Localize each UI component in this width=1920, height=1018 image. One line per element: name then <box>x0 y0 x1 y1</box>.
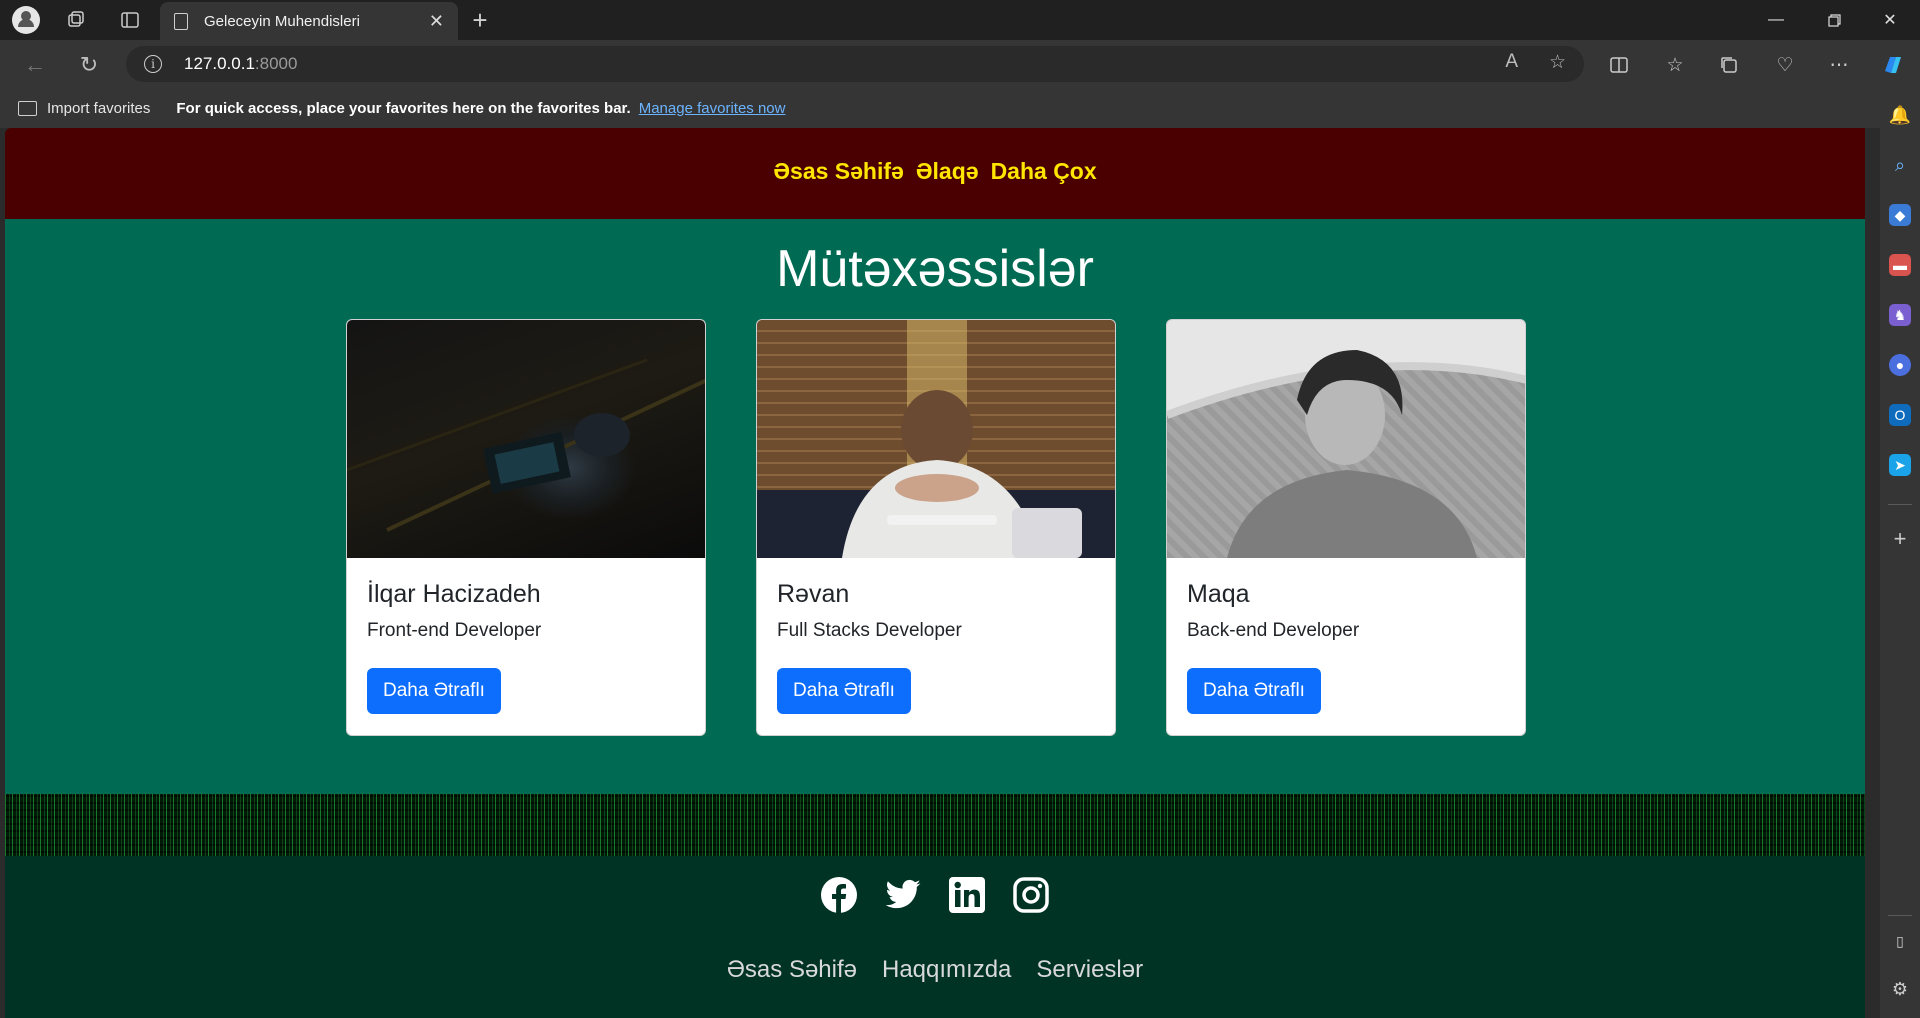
expert-card: Rəvan Full Stacks Developer Daha Ətraflı <box>756 319 1116 736</box>
favorites-icon[interactable]: ☆ <box>1660 50 1690 80</box>
workspaces-icon[interactable] <box>62 6 90 34</box>
settings-gear-icon[interactable]: ⚙ <box>1889 978 1911 1000</box>
favorite-star-icon[interactable]: ☆ <box>1549 51 1566 74</box>
footer-link-services[interactable]: Servieslər <box>1036 956 1143 984</box>
site-footer: Əsas Səhifə Haqqımızda Servieslər <box>5 856 1865 1018</box>
url-host: 127.0.0.1 <box>184 54 255 73</box>
shopping-icon[interactable]: ◆ <box>1889 204 1911 226</box>
games-icon[interactable]: ♞ <box>1889 304 1911 326</box>
experts-section: Mütəxəssislər İlqar Hacizadeh Front-end … <box>5 219 1865 794</box>
import-icon <box>18 100 37 116</box>
outlook-icon[interactable]: O <box>1889 404 1911 426</box>
import-favorites[interactable]: Import favorites <box>18 100 150 117</box>
manage-favorites-link[interactable]: Manage favorites now <box>639 100 786 117</box>
close-window-icon[interactable]: ✕ <box>1862 0 1918 40</box>
favorites-bar: Import favorites For quick access, place… <box>0 88 1880 128</box>
expert-photo <box>757 320 1115 558</box>
browser-title-bar: Geleceyin Muhendisleri ✕ + — ✕ <box>0 0 1920 40</box>
expert-card: İlqar Hacizadeh Front-end Developer Daha… <box>346 319 706 736</box>
linkedin-icon[interactable] <box>948 876 986 914</box>
edge-sidebar: 🔔 ⌕ ◆ ▬ ♞ ● O ➤ + ▯ ⚙ <box>1880 88 1920 1018</box>
search-icon[interactable]: ⌕ <box>1889 154 1911 176</box>
more-options-icon[interactable]: ⋯ <box>1824 50 1854 80</box>
facebook-icon[interactable] <box>820 876 858 914</box>
expert-photo <box>347 320 705 558</box>
footer-link-home[interactable]: Əsas Səhifə <box>727 956 857 984</box>
refresh-icon[interactable]: ↻ <box>74 50 104 80</box>
profile-icon[interactable] <box>12 6 40 34</box>
page-viewport: Əsas Səhifə Əlaqə Daha Çox Mütəxəssislər… <box>5 128 1865 1018</box>
tools-icon[interactable]: ▬ <box>1889 254 1911 276</box>
details-button[interactable]: Daha Ətraflı <box>367 668 501 714</box>
address-bar[interactable]: i 127.0.0.1:8000 A ☆ <box>126 46 1584 82</box>
tab-title: Geleceyin Muhendisleri <box>204 12 360 30</box>
new-tab-icon[interactable]: + <box>466 5 494 35</box>
notifications-icon[interactable]: 🔔 <box>1889 104 1911 126</box>
page-title: Mütəxəssislər <box>776 240 1094 298</box>
matrix-banner <box>5 794 1865 856</box>
site-info-icon[interactable]: i <box>144 55 162 73</box>
social-links <box>5 876 1865 914</box>
send-icon[interactable]: ➤ <box>1889 454 1911 476</box>
page-icon <box>174 12 188 30</box>
back-icon[interactable]: ← <box>20 50 50 80</box>
footer-links: Əsas Səhifə Haqqımızda Servieslər <box>5 956 1865 984</box>
import-favorites-label: Import favorites <box>47 99 151 117</box>
nav-link-contact[interactable]: Əlaqə <box>916 158 979 185</box>
expert-role: Front-end Developer <box>367 620 542 641</box>
split-screen-icon[interactable] <box>1604 50 1634 80</box>
address-bar-row: ← ↻ i 127.0.0.1:8000 A ☆ ☆ ♡ ⋯ <box>0 40 1920 88</box>
nav-link-more[interactable]: Daha Çox <box>991 158 1097 185</box>
copilot-icon[interactable] <box>1878 50 1908 80</box>
footer-link-about[interactable]: Haqqımızda <box>882 956 1011 984</box>
expert-name: Maqa <box>1187 580 1250 608</box>
minimize-icon[interactable]: — <box>1748 0 1804 40</box>
expert-name: İlqar Hacizadeh <box>367 580 541 608</box>
expert-card: Maqa Back-end Developer Daha Ətraflı <box>1166 319 1526 736</box>
expert-role: Full Stacks Developer <box>777 620 962 641</box>
expert-photo <box>1167 320 1525 558</box>
site-navbar: Əsas Səhifə Əlaqə Daha Çox <box>5 128 1865 219</box>
browser-essentials-icon[interactable]: ♡ <box>1770 50 1800 80</box>
details-button[interactable]: Daha Ətraflı <box>777 668 911 714</box>
favorites-message: For quick access, place your favorites h… <box>176 99 631 117</box>
active-tab[interactable]: Geleceyin Muhendisleri ✕ <box>160 2 458 40</box>
twitter-icon[interactable] <box>884 876 922 914</box>
instagram-icon[interactable] <box>1012 876 1050 914</box>
tab-actions-icon[interactable] <box>116 6 144 34</box>
copilot-sidebar-icon[interactable]: ● <box>1889 354 1911 376</box>
close-tab-icon[interactable]: ✕ <box>429 11 444 32</box>
sidebar-toggle-icon[interactable]: ▯ <box>1889 930 1911 952</box>
restore-icon[interactable] <box>1806 0 1862 40</box>
nav-link-home[interactable]: Əsas Səhifə <box>773 158 904 185</box>
url-port: :8000 <box>254 54 298 73</box>
read-aloud-icon[interactable]: A <box>1505 51 1518 73</box>
expert-role: Back-end Developer <box>1187 620 1360 641</box>
add-icon[interactable]: + <box>1889 526 1911 551</box>
expert-name: Rəvan <box>777 580 850 608</box>
collections-icon[interactable] <box>1714 50 1744 80</box>
details-button[interactable]: Daha Ətraflı <box>1187 668 1321 714</box>
